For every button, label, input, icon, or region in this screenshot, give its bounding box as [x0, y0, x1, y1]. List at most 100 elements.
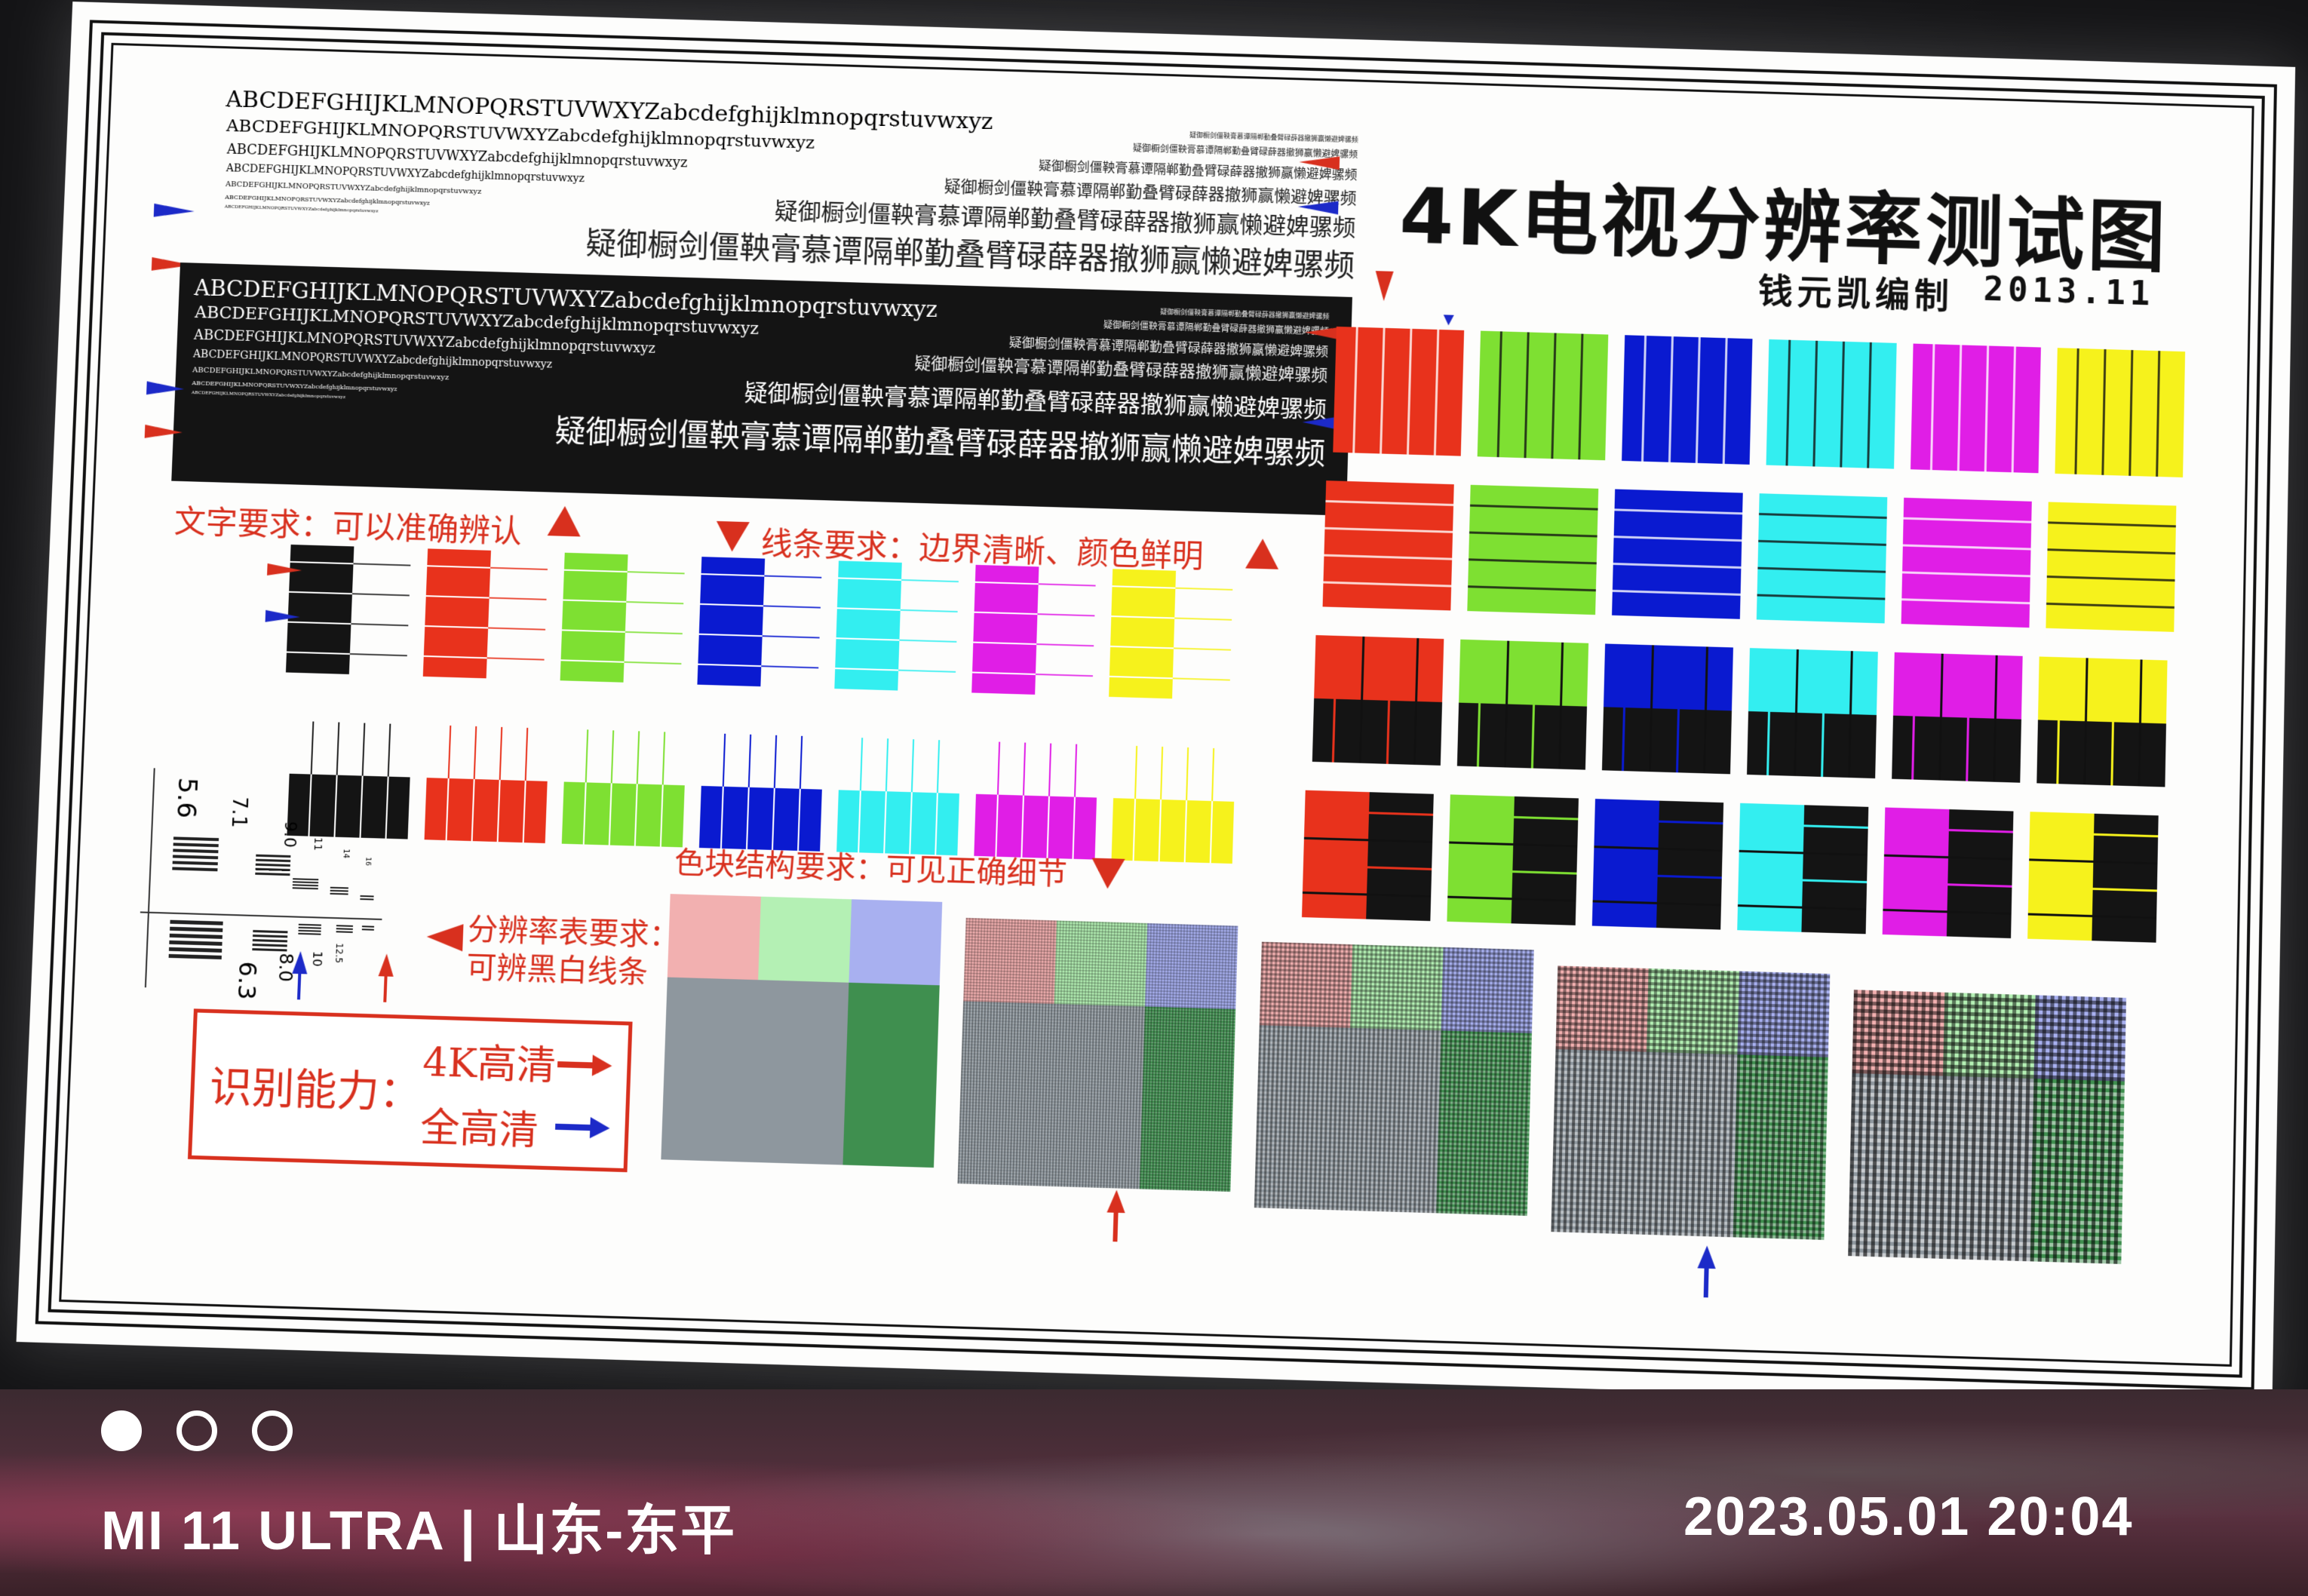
color-grid-tile — [2036, 656, 2168, 787]
grid-line — [1901, 598, 2030, 605]
color-patch — [1345, 1027, 1441, 1214]
grid-line — [2156, 351, 2161, 477]
grid-line — [2046, 602, 2174, 609]
wedge-bar — [336, 925, 354, 927]
color-grid-tile — [1737, 803, 1869, 935]
chinese-line: 疑御橱剑僵鞅膏慕谭隔郸勤叠臂碌薛器撤狮赢懒避婢骡频 — [1103, 319, 1329, 337]
blue-arrow-shaft — [1703, 1266, 1709, 1298]
grid-line — [1722, 338, 1728, 464]
grid-line — [1469, 558, 1597, 565]
grid-line — [1612, 589, 1741, 596]
grid-line — [2011, 346, 2017, 473]
wedge-bar — [253, 935, 288, 938]
color-patch — [1436, 1030, 1532, 1216]
wedge-bar — [361, 928, 374, 931]
grid-line — [2128, 350, 2134, 476]
color-grid-tile — [1312, 635, 1444, 766]
grid-line — [1840, 341, 1845, 468]
color-grid-tile — [1477, 330, 1609, 461]
color-patch — [1848, 1073, 1943, 1259]
blue-arrow-icon — [1297, 200, 1339, 215]
grid-line — [1668, 336, 1674, 462]
grid-line — [1324, 526, 1453, 533]
wedge-bar — [293, 878, 319, 881]
color-patch — [1938, 1076, 2034, 1262]
color-grid-tile — [2046, 502, 2177, 632]
wedge-bar — [253, 929, 288, 934]
wedge-bar — [172, 855, 219, 860]
recognition-fullhd-label: 全高清 — [419, 1105, 539, 1155]
red-arrow-icon — [267, 563, 302, 577]
color-patch — [849, 899, 943, 986]
wedge-bar — [360, 898, 374, 901]
axis-line — [144, 768, 155, 988]
outline-dot-icon — [176, 1410, 217, 1451]
wedge-bar — [361, 925, 375, 928]
grid-line — [2074, 348, 2079, 474]
color-patch — [2030, 1079, 2125, 1264]
red-pointer-icon — [426, 922, 464, 952]
grid-line — [1641, 336, 1647, 462]
wedge-bar — [292, 881, 319, 884]
grid-line — [1812, 340, 1818, 467]
grid-line — [2047, 548, 2176, 555]
projected-test-chart: 4K电视分辨率测试图 钱元凯编制 2013.11 ABCDEFGHIJKLMNO… — [16, 2, 2296, 1410]
grid-line — [1757, 566, 1886, 573]
device-location-label: MI 11 ULTRA | 山东-东平 — [101, 1501, 737, 1561]
triangle-up-icon — [547, 505, 582, 537]
wedge-bar — [173, 849, 219, 854]
color-patch — [661, 977, 759, 1162]
color-patch — [1646, 968, 1739, 1055]
resolution-number: 11 — [311, 836, 324, 852]
grid-line — [1758, 539, 1886, 546]
color-patch — [1737, 971, 1831, 1057]
chart-date: 2013.11 — [1983, 270, 2155, 314]
grid-line — [1613, 563, 1742, 569]
chart-author: 钱元凯编制 — [1757, 270, 1954, 317]
red-arrow-shaft — [557, 1061, 596, 1069]
grid-line — [1496, 331, 1502, 458]
resolution-number: 12.5 — [333, 942, 345, 964]
color-grid-tile — [1901, 497, 2032, 628]
grid-line — [1903, 517, 2032, 523]
color-grid-tile — [1467, 484, 1599, 615]
wedge-bar — [330, 892, 348, 895]
blue-arrow-icon — [146, 381, 185, 396]
triangle-up-icon — [1245, 538, 1280, 569]
grid-line — [1757, 594, 1886, 600]
chinese-line: 疑御橱剑僵鞅膏慕谭隔郸勤叠臂碌薛器撤狮赢懒避婢骡频 — [1160, 308, 1330, 321]
wedge-bar — [168, 947, 223, 953]
blue-marker-icon — [1443, 315, 1454, 326]
color-patch — [957, 1001, 1054, 1186]
color-patch — [2033, 995, 2127, 1082]
grid-line — [1325, 500, 1454, 507]
red-arrow-icon — [1299, 155, 1340, 170]
wedge-bar — [256, 858, 291, 863]
line-swatch-block — [424, 778, 548, 843]
red-arrow-shaft — [1113, 1211, 1119, 1242]
resolution-number: 16 — [363, 857, 372, 866]
wedge-bar — [170, 926, 223, 932]
color-patch — [1139, 1006, 1236, 1192]
wedge-bar — [255, 867, 290, 872]
color-grid-tile — [1456, 639, 1589, 770]
grid-line — [1551, 333, 1557, 459]
grid-line — [1324, 554, 1453, 560]
grid-line — [1323, 581, 1452, 588]
color-grid-tile — [1756, 493, 1888, 624]
wedge-bar — [168, 953, 222, 959]
grid-line — [2048, 521, 2176, 528]
wedge-bar — [172, 867, 218, 872]
resolution-number: 9.0 — [279, 821, 300, 849]
blue-arrow-icon — [265, 609, 301, 624]
wedge-bar — [330, 886, 348, 889]
grid-line — [1695, 337, 1701, 463]
red-arrow-icon — [1106, 1189, 1126, 1214]
blue-arrow-icon — [1697, 1245, 1717, 1269]
grid-line — [1613, 536, 1742, 542]
red-arrow-icon — [1374, 271, 1394, 302]
resolution-requirement-label: 可辨黑白线条 — [465, 950, 649, 990]
axis-line — [140, 911, 382, 920]
wedge-bar — [252, 948, 287, 952]
color-grid-tile — [1301, 790, 1434, 922]
